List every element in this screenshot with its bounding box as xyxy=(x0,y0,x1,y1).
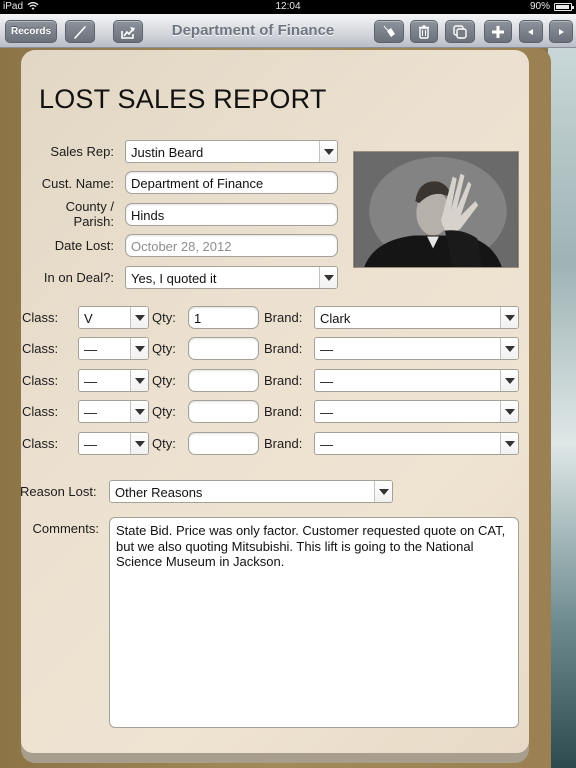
qty-label: Qty: xyxy=(152,310,176,325)
in-on-deal-value: Yes, I quoted it xyxy=(131,271,217,286)
duplicate-button[interactable] xyxy=(445,20,475,43)
page-title: LOST SALES REPORT xyxy=(39,84,327,114)
add-record-button[interactable] xyxy=(484,20,512,43)
county-field[interactable]: Hinds xyxy=(125,203,338,226)
cust-name-label: Cust. Name: xyxy=(41,176,114,191)
county-label-line1: County / xyxy=(65,199,114,214)
battery-icon xyxy=(554,2,574,11)
chevron-down-icon[interactable] xyxy=(319,141,337,162)
qty-field[interactable]: 1 xyxy=(188,306,259,329)
toolbar-title: Department of Finance xyxy=(171,22,335,39)
class-select[interactable]: — xyxy=(78,369,149,392)
chevron-down-icon[interactable] xyxy=(130,307,148,328)
in-on-deal-label: In on Deal?: xyxy=(43,270,114,285)
tag-button[interactable] xyxy=(374,20,404,43)
brand-value: — xyxy=(320,437,333,452)
next-record-button[interactable] xyxy=(549,20,573,43)
status-bar: iPad 12:04 90% xyxy=(0,0,576,14)
class-select[interactable]: — xyxy=(78,400,149,423)
class-label: Class: xyxy=(22,436,59,451)
county-label-line2: Parish: xyxy=(73,214,114,229)
chevron-down-icon[interactable] xyxy=(500,338,518,359)
class-select[interactable]: — xyxy=(78,337,149,360)
battery-percent: 90% xyxy=(529,1,550,12)
cust-name-field[interactable]: Department of Finance xyxy=(125,171,338,194)
qty-field[interactable] xyxy=(188,337,259,360)
chevron-down-icon[interactable] xyxy=(319,267,337,288)
in-on-deal-select[interactable]: Yes, I quoted it xyxy=(125,266,338,289)
edit-button[interactable] xyxy=(65,20,95,43)
chevron-down-icon[interactable] xyxy=(500,433,518,454)
plus-icon xyxy=(492,25,504,38)
qty-field[interactable] xyxy=(188,369,259,392)
class-value: — xyxy=(84,342,97,357)
class-label: Class: xyxy=(22,310,59,325)
brand-select[interactable]: Clark xyxy=(314,306,519,329)
brand-value: Clark xyxy=(320,311,351,326)
toolbar: Records Department of Finance xyxy=(0,14,576,48)
chevron-down-icon[interactable] xyxy=(130,338,148,359)
chevron-down-icon[interactable] xyxy=(130,401,148,422)
duplicate-icon xyxy=(453,24,467,39)
date-lost-field[interactable]: October 28, 2012 xyxy=(125,234,338,257)
facepalm-image xyxy=(354,152,518,267)
chevron-down-icon[interactable] xyxy=(500,401,518,422)
brand-label: Brand: xyxy=(264,341,303,356)
class-value: — xyxy=(84,437,97,452)
chevron-down-icon[interactable] xyxy=(130,370,148,391)
sales-rep-select[interactable]: Justin Beard xyxy=(125,140,338,163)
qty-label: Qty: xyxy=(152,341,176,356)
delete-button[interactable] xyxy=(410,20,438,43)
class-label: Class: xyxy=(22,373,59,388)
brand-label: Brand: xyxy=(264,436,303,451)
brand-label: Brand: xyxy=(264,373,303,388)
class-value: V xyxy=(84,311,93,326)
chevron-down-icon[interactable] xyxy=(500,370,518,391)
previous-record-button[interactable] xyxy=(519,20,543,43)
header-photo xyxy=(353,151,519,268)
chevron-down-icon[interactable] xyxy=(374,481,392,502)
reason-lost-value: Other Reasons xyxy=(115,485,203,500)
date-lost-label: Date Lost: xyxy=(54,238,114,253)
brand-select[interactable]: — xyxy=(314,337,519,360)
brand-select[interactable]: — xyxy=(314,400,519,423)
brand-label: Brand: xyxy=(264,404,303,419)
class-label: Class: xyxy=(22,341,59,356)
brand-value: — xyxy=(320,342,333,357)
brand-value: — xyxy=(320,405,333,420)
next-icon xyxy=(559,28,564,35)
qty-field[interactable] xyxy=(188,400,259,423)
county-label: County / Parish: xyxy=(30,199,114,229)
previous-icon xyxy=(528,28,533,35)
class-select[interactable]: — xyxy=(78,432,149,455)
qty-field[interactable] xyxy=(188,432,259,455)
class-label: Class: xyxy=(22,404,59,419)
export-button[interactable] xyxy=(113,20,143,43)
pen-icon xyxy=(74,25,86,39)
sales-rep-label: Sales Rep: xyxy=(50,144,114,159)
brand-label: Brand: xyxy=(264,310,303,325)
comments-textarea[interactable]: State Bid. Price was only factor. Custom… xyxy=(109,517,519,728)
comments-label: Comments: xyxy=(32,521,99,536)
brand-select[interactable]: — xyxy=(314,369,519,392)
class-select[interactable]: V xyxy=(78,306,149,329)
qty-label: Qty: xyxy=(152,373,176,388)
chevron-down-icon[interactable] xyxy=(500,307,518,328)
class-value: — xyxy=(84,405,97,420)
class-value: — xyxy=(84,374,97,389)
export-icon xyxy=(121,26,135,39)
qty-label: Qty: xyxy=(152,404,176,419)
sales-rep-value: Justin Beard xyxy=(131,145,204,160)
clock: 12:04 xyxy=(275,1,301,12)
tag-icon xyxy=(383,25,395,37)
reason-lost-label: Reason Lost: xyxy=(20,484,97,499)
qty-label: Qty: xyxy=(152,436,176,451)
trash-icon xyxy=(419,24,429,39)
background-photo xyxy=(548,48,576,768)
brand-value: — xyxy=(320,374,333,389)
records-button[interactable]: Records xyxy=(5,20,57,43)
reason-lost-select[interactable]: Other Reasons xyxy=(109,480,393,503)
chevron-down-icon[interactable] xyxy=(130,433,148,454)
brand-select[interactable]: — xyxy=(314,432,519,455)
